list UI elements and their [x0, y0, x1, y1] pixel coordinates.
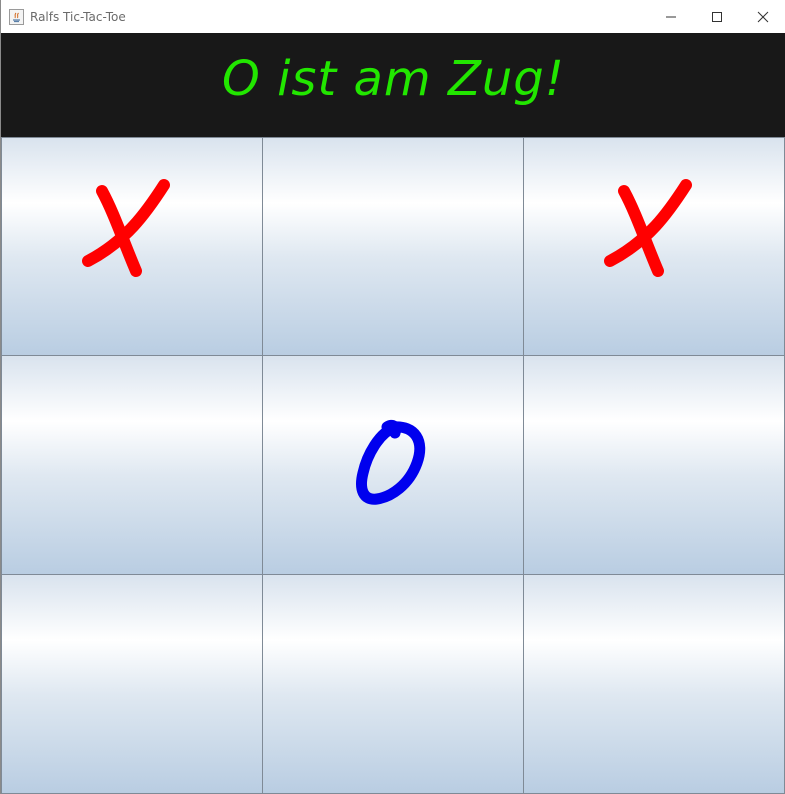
board-cell-0-2[interactable] [523, 137, 785, 356]
board-cell-2-0[interactable] [1, 574, 263, 794]
board-cell-0-1[interactable] [262, 137, 524, 356]
x-mark-stroke [604, 178, 692, 277]
board-cell-1-2[interactable] [523, 355, 785, 575]
maximize-icon [712, 11, 722, 22]
title-bar[interactable]: Ralfs Tic-Tac-Toe [1, 0, 785, 33]
o-mark [356, 419, 426, 505]
maximize-button[interactable] [694, 0, 740, 33]
board-cell-2-2[interactable] [523, 574, 785, 794]
status-bar: O ist am Zug! [1, 33, 785, 137]
minimize-icon [666, 16, 676, 17]
board-cell-2-1[interactable] [262, 574, 524, 794]
x-mark-stroke [82, 178, 170, 277]
board-cell-1-1[interactable] [262, 355, 524, 575]
board-cell-1-0[interactable] [1, 355, 263, 575]
x-mark [604, 178, 692, 277]
game-board [1, 137, 785, 794]
window-title: Ralfs Tic-Tac-Toe [30, 10, 126, 24]
o-mark-stroke [356, 419, 426, 505]
game-window: Ralfs Tic-Tac-Toe O ist am Zug! [0, 0, 785, 794]
board-cell-0-0[interactable] [1, 137, 263, 356]
turn-status-text: O ist am Zug! [222, 51, 565, 107]
close-button[interactable] [740, 0, 785, 33]
java-app-icon [9, 9, 24, 25]
minimize-button[interactable] [648, 0, 694, 33]
close-icon [757, 11, 769, 22]
x-mark [82, 178, 170, 277]
